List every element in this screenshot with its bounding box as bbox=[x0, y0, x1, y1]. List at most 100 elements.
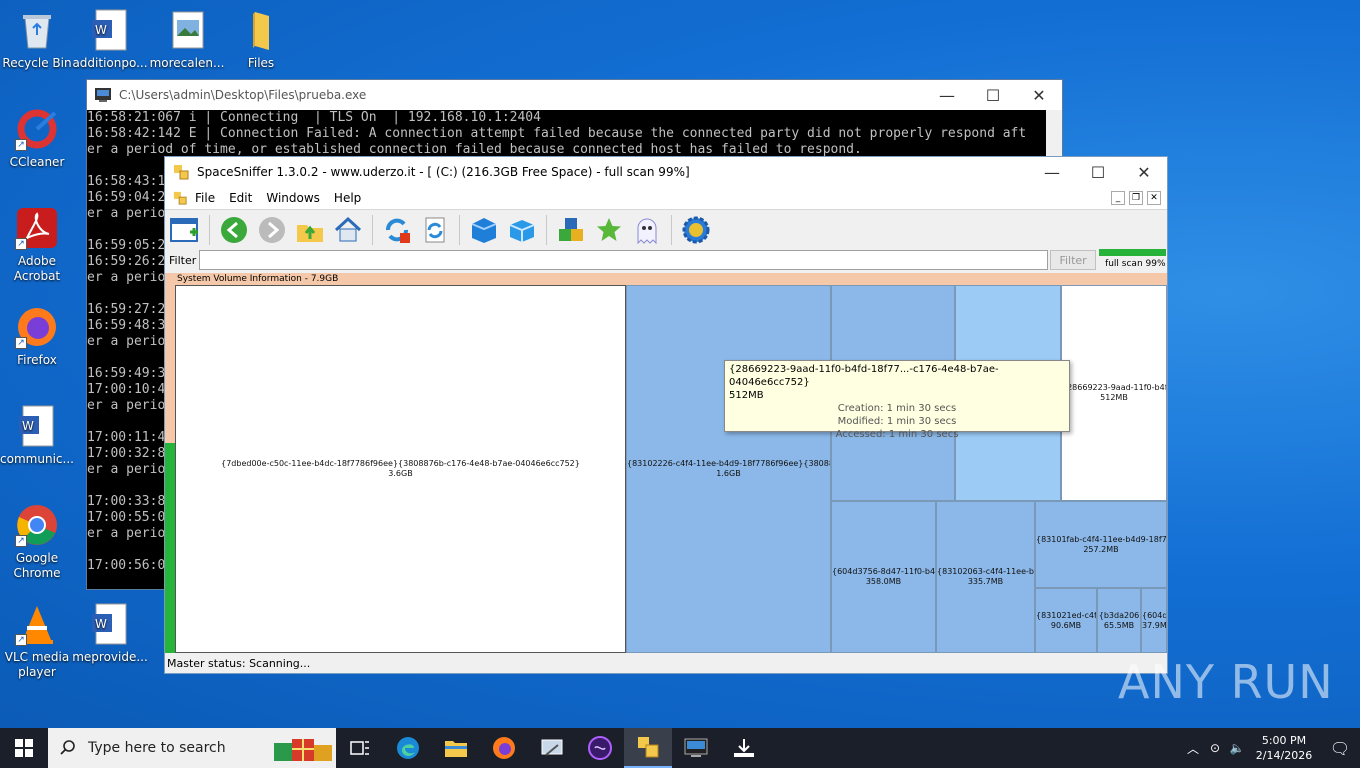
tags-button[interactable] bbox=[555, 214, 587, 246]
gifts-icon bbox=[274, 739, 332, 761]
filter-input[interactable] bbox=[198, 250, 1049, 270]
blue-cube-icon bbox=[471, 217, 497, 243]
desktop-icon-label: CCleaner bbox=[9, 155, 65, 169]
taskbar-search[interactable]: Type here to search bbox=[48, 728, 336, 768]
filter-button[interactable]: Filter bbox=[1050, 250, 1097, 270]
home-icon bbox=[334, 216, 362, 241]
star-icon bbox=[597, 217, 621, 241]
word-document-icon: W bbox=[19, 405, 54, 447]
spacesniffer-title: SpaceSniffer 1.3.0.2 - www.uderzo.it - [… bbox=[197, 165, 690, 179]
search-icon bbox=[60, 740, 75, 755]
clock-time: 5:00 PM bbox=[1261, 734, 1307, 747]
minimize-button[interactable]: — bbox=[924, 80, 970, 110]
menu-windows[interactable]: Windows bbox=[266, 191, 320, 205]
menu-edit[interactable]: Edit bbox=[229, 191, 252, 205]
taskbar-edge[interactable] bbox=[384, 728, 432, 768]
favorites-button[interactable] bbox=[593, 214, 625, 246]
toolbar bbox=[165, 209, 1167, 249]
word-document-icon: W bbox=[92, 603, 127, 645]
spacesniffer-icon bbox=[638, 737, 659, 758]
folder-icon bbox=[253, 12, 269, 50]
treemap-cell[interactable]: {83102226-c4f4-11ee-b4d9-18f7786f96ee}{3… bbox=[626, 285, 831, 653]
close-button[interactable]: ✕ bbox=[1016, 80, 1062, 110]
taskbar-download-app[interactable] bbox=[720, 728, 768, 768]
treemap-cell[interactable]: {831021ed-c4f 90.6MB bbox=[1035, 588, 1097, 653]
treemap-header: System Volume Information - 7.9GB bbox=[177, 274, 339, 284]
minimize-button[interactable]: — bbox=[1029, 157, 1075, 187]
back-button[interactable] bbox=[218, 214, 250, 246]
treemap-cell[interactable]: {604d 37.9M bbox=[1141, 588, 1167, 653]
rescan-button[interactable] bbox=[419, 214, 451, 246]
desktop-icon-vlc[interactable]: ↗ VLC media player bbox=[0, 602, 76, 680]
console-titlebar[interactable]: C:\Users\admin\Desktop\Files\prueba.exe … bbox=[87, 80, 1062, 110]
mdi-close-button[interactable]: ✕ bbox=[1147, 191, 1161, 205]
treemap[interactable]: System Volume Information - 7.9GB {7dbed… bbox=[165, 273, 1167, 653]
spacesniffer-app-icon bbox=[174, 165, 189, 180]
zoom-out-button[interactable] bbox=[506, 214, 538, 246]
desktop-icon-morecalen[interactable]: morecalen... bbox=[148, 8, 226, 71]
desktop-icon-google-chrome[interactable]: ↗ Google Chrome bbox=[0, 503, 76, 581]
menu-file[interactable]: File bbox=[195, 191, 215, 205]
maximize-button[interactable]: ☐ bbox=[970, 80, 1016, 110]
menu-help[interactable]: Help bbox=[334, 191, 361, 205]
notification-icon[interactable]: 🗨 bbox=[1320, 739, 1360, 758]
volume-icon[interactable]: 🔈 bbox=[1226, 741, 1248, 755]
cell-size: 37.9M bbox=[1142, 620, 1167, 630]
scan-indicator bbox=[165, 443, 175, 653]
chevron-up-icon[interactable]: ︿ bbox=[1182, 740, 1204, 757]
start-button[interactable] bbox=[0, 728, 48, 768]
taskbar-task-view[interactable] bbox=[336, 728, 384, 768]
tooltip-modified: Modified: 1 min 30 secs bbox=[837, 416, 957, 427]
refresh-button[interactable] bbox=[381, 214, 413, 246]
forward-button[interactable] bbox=[256, 214, 288, 246]
mdi-document-icon bbox=[173, 191, 187, 205]
desktop-icon-firefox[interactable]: ↗ Firefox bbox=[0, 305, 76, 368]
cell-size: 65.5MB bbox=[1103, 620, 1135, 630]
maximize-button[interactable]: ☐ bbox=[1075, 157, 1121, 187]
close-button[interactable]: ✕ bbox=[1121, 157, 1167, 187]
mdi-minimize-button[interactable]: _ bbox=[1111, 191, 1125, 205]
desktop-icon-meprovide[interactable]: W meprovide... bbox=[71, 602, 149, 665]
gear-icon bbox=[682, 216, 710, 243]
spacesniffer-titlebar[interactable]: SpaceSniffer 1.3.0.2 - www.uderzo.it - [… bbox=[165, 157, 1167, 187]
cell-size: 1.6GB bbox=[716, 469, 741, 478]
ghost-button[interactable] bbox=[631, 214, 663, 246]
cell-size: 512MB bbox=[1100, 393, 1128, 402]
installer-icon bbox=[541, 739, 563, 756]
zoom-in-button[interactable] bbox=[468, 214, 500, 246]
new-view-button[interactable] bbox=[169, 214, 201, 246]
treemap-cell[interactable]: {7dbed00e-c50c-11ee-b4dc-18f7786f96ee}{3… bbox=[175, 285, 626, 653]
treemap-cell[interactable]: {28669223-9aad-11f0-b4f 512MB bbox=[1061, 285, 1167, 501]
mdi-restore-button[interactable]: ❐ bbox=[1129, 191, 1143, 205]
taskbar-purple-app[interactable] bbox=[576, 728, 624, 768]
desktop-icon-communic[interactable]: W communic... bbox=[0, 404, 76, 467]
treemap-cell[interactable]: {83101fab-c4f4-11ee-b4d9-18f7 257.2MB bbox=[1035, 501, 1167, 588]
taskbar-app-install[interactable] bbox=[528, 728, 576, 768]
settings-button[interactable] bbox=[680, 214, 712, 246]
desktop-icon-label: Adobe Acrobat bbox=[13, 254, 61, 283]
desktop-icon-additionpo[interactable]: W additionpo... bbox=[71, 8, 149, 71]
desktop-icon-files[interactable]: Files bbox=[222, 8, 300, 71]
up-folder-button[interactable] bbox=[294, 214, 326, 246]
cell-name: {83101fab-c4f4-11ee-b4d9-18f7 bbox=[1036, 534, 1167, 544]
taskbar-console[interactable] bbox=[672, 728, 720, 768]
menu-bar: File Edit Windows Help _ ❐ ✕ bbox=[165, 187, 1167, 209]
desktop-icon-recycle-bin[interactable]: Recycle Bin bbox=[0, 8, 76, 71]
word-document-icon: W bbox=[92, 9, 127, 51]
console-icon bbox=[684, 738, 708, 757]
treemap-cell[interactable]: {83102063-c4f4-11ee-b 335.7MB bbox=[936, 501, 1035, 653]
system-tray: ︿ ⊙ 🔈 5:00 PM 2/14/2026 🗨 bbox=[1182, 728, 1360, 768]
treemap-cell[interactable]: {604d3756-8d47-11f0-b4 358.0MB bbox=[831, 501, 936, 653]
taskbar-file-explorer[interactable] bbox=[432, 728, 480, 768]
network-icon[interactable]: ⊙ bbox=[1204, 741, 1226, 755]
home-button[interactable] bbox=[332, 214, 364, 246]
back-arrow-icon bbox=[221, 216, 247, 243]
taskbar-firefox[interactable] bbox=[480, 728, 528, 768]
cell-name: {28669223-9aad-11f0-b4f bbox=[1062, 383, 1167, 392]
cell-size: 335.7MB bbox=[967, 577, 1004, 586]
desktop-icon-adobe-acrobat[interactable]: ↗ Adobe Acrobat bbox=[0, 206, 76, 284]
treemap-cell[interactable]: {b3da206 65.5MB bbox=[1097, 588, 1141, 653]
desktop-icon-cleaner[interactable]: ↗ CCleaner bbox=[0, 107, 76, 170]
taskbar-clock[interactable]: 5:00 PM 2/14/2026 bbox=[1248, 733, 1320, 763]
taskbar-spacesniffer[interactable] bbox=[624, 728, 672, 768]
